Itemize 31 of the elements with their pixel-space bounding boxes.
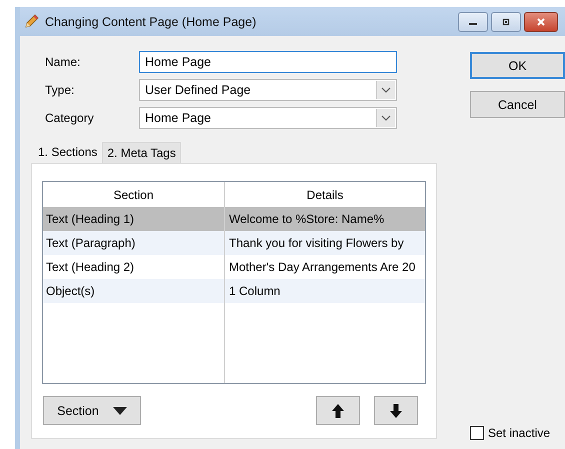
column-header: Details: [306, 186, 344, 204]
minimize-button[interactable]: [458, 12, 488, 32]
checkbox[interactable]: [470, 426, 484, 440]
dropdown[interactable]: User Defined Page: [139, 79, 397, 101]
tab[interactable]: 2. Meta Tags: [102, 142, 181, 163]
checkbox-label: Set inactive: [488, 426, 550, 440]
restore-button[interactable]: [491, 12, 521, 32]
pencil-icon: [23, 14, 39, 30]
chevron-down-icon: [381, 115, 391, 121]
arrow-up-icon: [332, 404, 344, 418]
dialog-button[interactable]: OK: [470, 52, 565, 79]
restore-icon: [501, 16, 511, 26]
field-label: Type:: [45, 83, 76, 97]
chevron-down-icon: [381, 87, 391, 93]
name-field[interactable]: Home Page: [139, 51, 397, 73]
window-title: Changing Content Page (Home Page): [45, 14, 256, 28]
minimize-icon: [469, 23, 477, 25]
move-up-button[interactable]: [316, 396, 360, 425]
caret-down-icon: [112, 406, 127, 414]
move-down-button[interactable]: [374, 396, 418, 425]
table-row[interactable]: Text (Paragraph) Thank you for visiting Flowers by: [43, 231, 425, 255]
section-button[interactable]: Section: [43, 396, 141, 425]
dropdown[interactable]: Home Page: [139, 107, 397, 129]
table-row[interactable]: Object(s) 1 Column: [43, 279, 425, 303]
arrow-down-icon: [390, 404, 402, 418]
field-label: Category: [45, 111, 95, 125]
field-label: Name:: [45, 55, 82, 69]
table-row[interactable]: Text (Heading 1) Welcome to %Store: Name%: [43, 207, 425, 231]
close-icon: [536, 16, 546, 26]
close-button[interactable]: [524, 12, 558, 32]
dialog-button[interactable]: Cancel: [470, 91, 565, 118]
